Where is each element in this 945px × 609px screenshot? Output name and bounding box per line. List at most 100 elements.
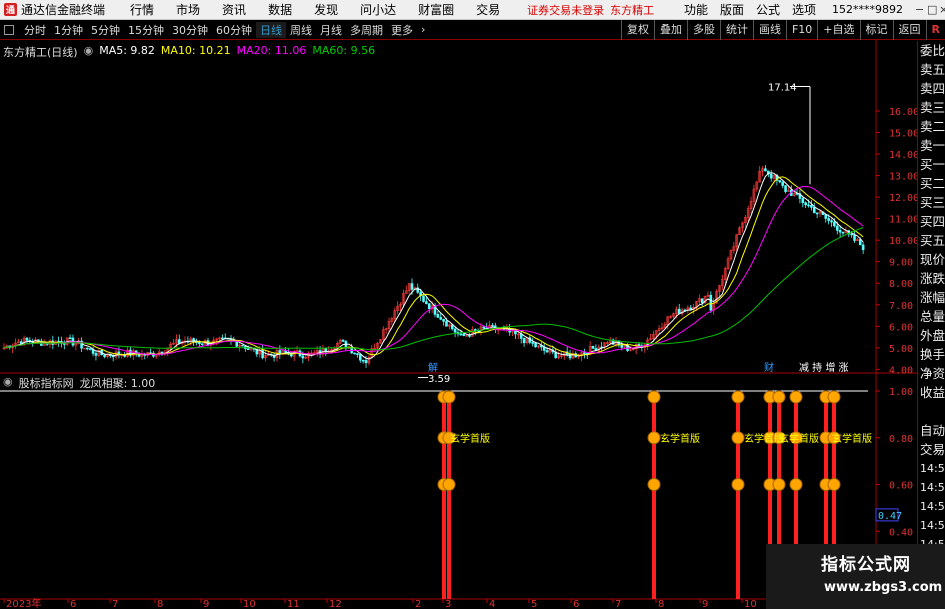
tool-button[interactable]: 多股	[686, 20, 720, 40]
maximize-icon[interactable]: □	[921, 3, 937, 16]
tool-button[interactable]: 统计	[719, 20, 753, 40]
chart-header: 东方精工(日线) ◉ MA5: 9.82 MA10: 10.21 MA20: 1…	[3, 44, 375, 60]
candle-body	[764, 168, 767, 172]
candle-body	[812, 207, 816, 214]
r-icon[interactable]: R	[925, 20, 945, 40]
period-tab[interactable]: 5分钟	[87, 22, 124, 38]
time-label: 7	[615, 599, 621, 609]
tool-button[interactable]: +自选	[817, 20, 859, 40]
menu-item[interactable]: 数据	[257, 1, 303, 18]
signal-bar	[447, 397, 451, 599]
candle-body	[241, 344, 244, 347]
time-label: 12	[329, 599, 342, 609]
candle-body	[841, 231, 845, 234]
candle-body	[861, 244, 865, 251]
candle-body	[63, 343, 66, 345]
settings-icon[interactable]: ◉	[84, 44, 94, 60]
sidebar-item: 14:56	[920, 481, 945, 494]
candle-body	[361, 359, 365, 362]
indicator-name: 龙凤相聚: 1.00	[79, 377, 156, 390]
menu-item[interactable]: 交易	[465, 1, 511, 18]
price-tick-label: 8.00	[889, 279, 913, 290]
ind-tick-label: 0.40	[889, 527, 913, 538]
menu-item[interactable]: 资讯	[211, 1, 257, 18]
layout-toggle-icon[interactable]	[4, 24, 14, 35]
menu-item[interactable]: 问小达	[349, 1, 407, 18]
period-tab[interactable]: 更多	[387, 22, 417, 38]
period-tab[interactable]: 60分钟	[212, 22, 256, 38]
candle-body	[531, 342, 534, 344]
coin-icon	[789, 390, 803, 404]
period-tab[interactable]: 分时	[20, 22, 50, 38]
tool-button[interactable]: 标记	[859, 20, 893, 40]
function-menu[interactable]: 功能	[678, 1, 714, 18]
candle-body	[436, 314, 440, 318]
candle-body	[677, 308, 681, 314]
settings-icon[interactable]: ◉	[3, 375, 13, 391]
coin-icon	[442, 478, 456, 491]
period-tab[interactable]: 月线	[316, 22, 346, 38]
tool-button[interactable]: 复权	[620, 20, 654, 40]
time-label: 8	[157, 599, 163, 609]
formula-menu[interactable]: 公式	[750, 1, 786, 18]
more-arrow-icon[interactable]: ›	[417, 23, 429, 36]
sidebar-item: 涨幅	[920, 290, 945, 305]
sidebar-item: 收益	[920, 385, 945, 400]
menu-item[interactable]: 发现	[303, 1, 349, 18]
candle-body	[491, 324, 494, 327]
candlestick-chart[interactable]: 16.00 15.00 14.00 13.00 12.00 11.00 10.00 9.00 8…	[0, 40, 917, 609]
candle-body	[810, 205, 813, 208]
coin-icon	[772, 390, 786, 404]
time-label: 3	[445, 599, 451, 609]
tool-button[interactable]: 返回	[892, 20, 926, 40]
right-tools: 复权 叠加 多股 统计 画线 F10 +自选 标记 返回 R	[620, 20, 945, 40]
stock-title: 东方精工(日线)	[3, 46, 78, 59]
sidebar-item[interactable]: 自动	[918, 421, 945, 440]
login-warning[interactable]: 证券交易未登录	[527, 2, 604, 18]
watermark-url: www.zbgs3.com	[824, 580, 943, 595]
candle-body	[637, 344, 641, 346]
tool-button[interactable]: 叠加	[653, 20, 687, 40]
user-phone[interactable]: 152****9892	[826, 3, 909, 16]
period-selector: 分时 1分钟 5分钟 15分钟 30分钟 60分钟 日线 周线 月线 多周期 更…	[0, 21, 429, 38]
candle-body	[353, 352, 356, 355]
candle-body	[815, 212, 819, 215]
minimize-icon[interactable]: −	[909, 3, 924, 16]
candle-body	[583, 352, 586, 354]
coin-icon	[772, 478, 786, 491]
candle-body	[462, 333, 466, 336]
layout-menu[interactable]: 版面	[714, 1, 750, 18]
period-tab[interactable]: 多周期	[346, 22, 387, 38]
period-tab[interactable]: 15分钟	[124, 22, 168, 38]
event-tag-cai: 财	[764, 361, 774, 374]
period-tab[interactable]: 1分钟	[50, 22, 87, 38]
candle-body	[459, 333, 463, 336]
period-tab[interactable]: 周线	[286, 22, 316, 38]
ind-current-value: 0.47	[878, 511, 902, 522]
menu-item[interactable]: 行情	[119, 1, 165, 18]
signal-bar	[736, 397, 740, 599]
period-tab-active[interactable]: 日线	[256, 21, 286, 38]
sidebar-item: 涨跌	[920, 271, 945, 286]
menu-item[interactable]: 市场	[165, 1, 211, 18]
options-menu[interactable]: 选项	[786, 1, 822, 18]
candle-body	[356, 353, 359, 355]
period-tab[interactable]: 30分钟	[168, 22, 212, 38]
tool-button[interactable]: 画线	[752, 20, 786, 40]
time-label: 8	[658, 599, 664, 609]
close-icon[interactable]: ×	[933, 3, 945, 16]
candle-body	[410, 283, 414, 290]
signal-label: 玄学首版	[660, 432, 700, 445]
signal-label: 玄学首版	[779, 432, 819, 445]
app-title: 通达信金融终端	[21, 3, 106, 17]
ind-tick-label: 1.00	[889, 387, 913, 398]
signal-label: 玄学首版	[450, 432, 490, 445]
candle-body	[358, 354, 362, 361]
price-tick-label: 15.00	[889, 129, 917, 140]
signal-bar	[652, 397, 656, 599]
coin-icon	[827, 390, 841, 404]
menu-item[interactable]: 财富圈	[407, 1, 465, 18]
tool-button[interactable]: F10	[785, 20, 817, 40]
coin-icon	[647, 390, 661, 404]
time-label: 9	[702, 599, 708, 609]
